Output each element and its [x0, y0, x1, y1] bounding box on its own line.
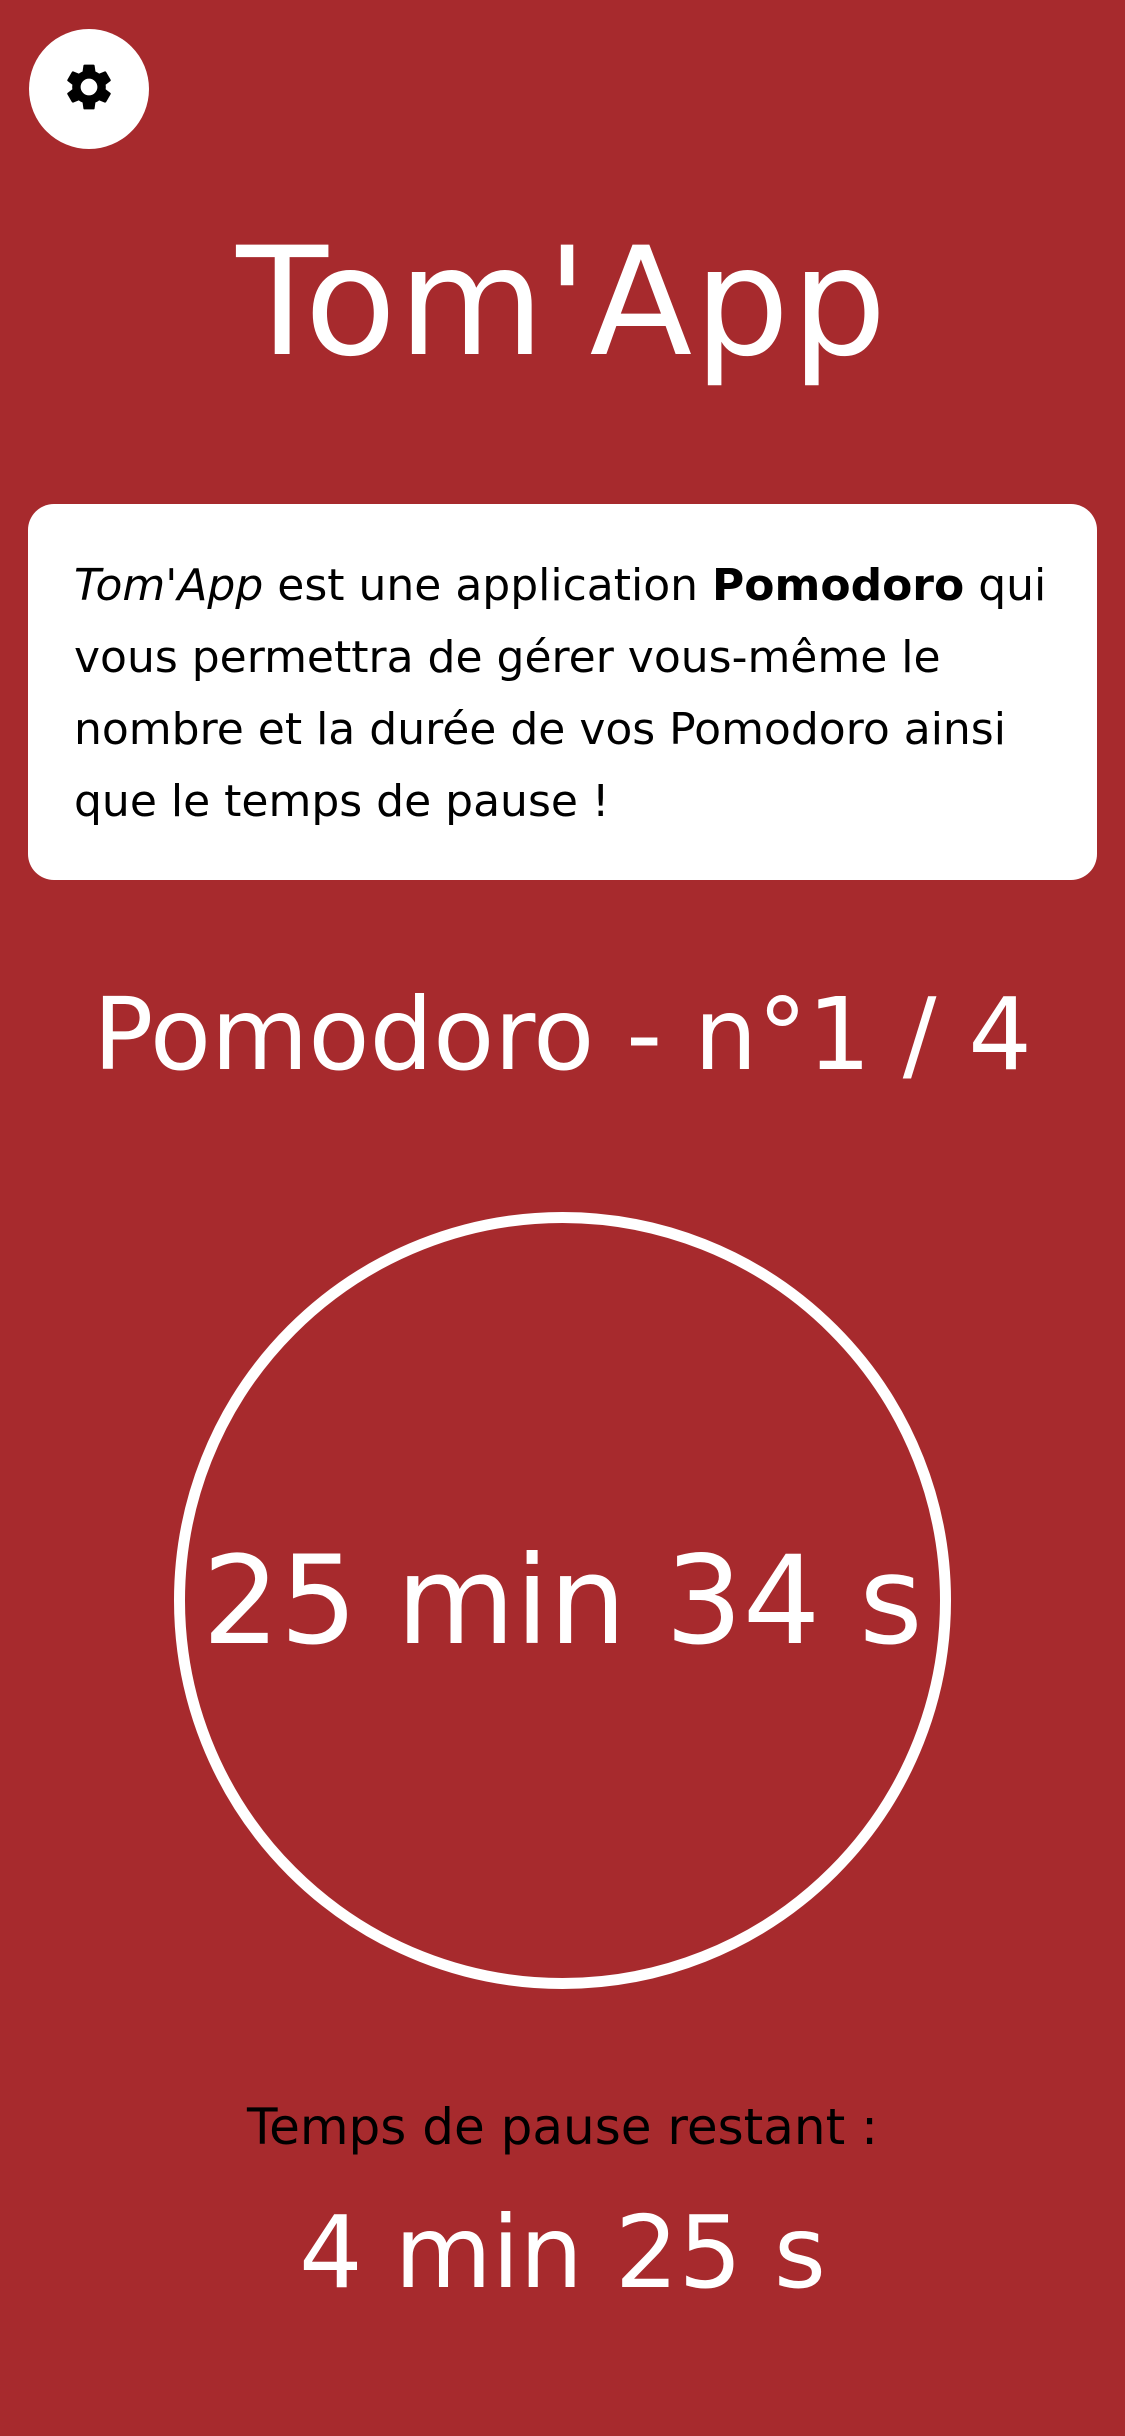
- pause-value: 4 min 25 s: [299, 2194, 826, 2311]
- settings-button[interactable]: [29, 29, 149, 149]
- pause-label: Temps de pause restant :: [247, 2098, 878, 2156]
- info-card: Tom'App est une application Pomodoro qui…: [28, 504, 1097, 880]
- info-app-name: Tom'App: [74, 560, 264, 611]
- timer-circle: 25 min 34 s: [174, 1212, 951, 1989]
- app-title: Tom'App: [236, 216, 889, 390]
- info-pomodoro-bold: Pomodoro: [712, 560, 965, 611]
- info-text-part1: est une application: [263, 560, 713, 611]
- gear-icon: [61, 59, 117, 119]
- pomodoro-counter: Pomodoro - n°1 / 4: [93, 976, 1032, 1093]
- timer-value: 25 min 34 s: [202, 1529, 923, 1672]
